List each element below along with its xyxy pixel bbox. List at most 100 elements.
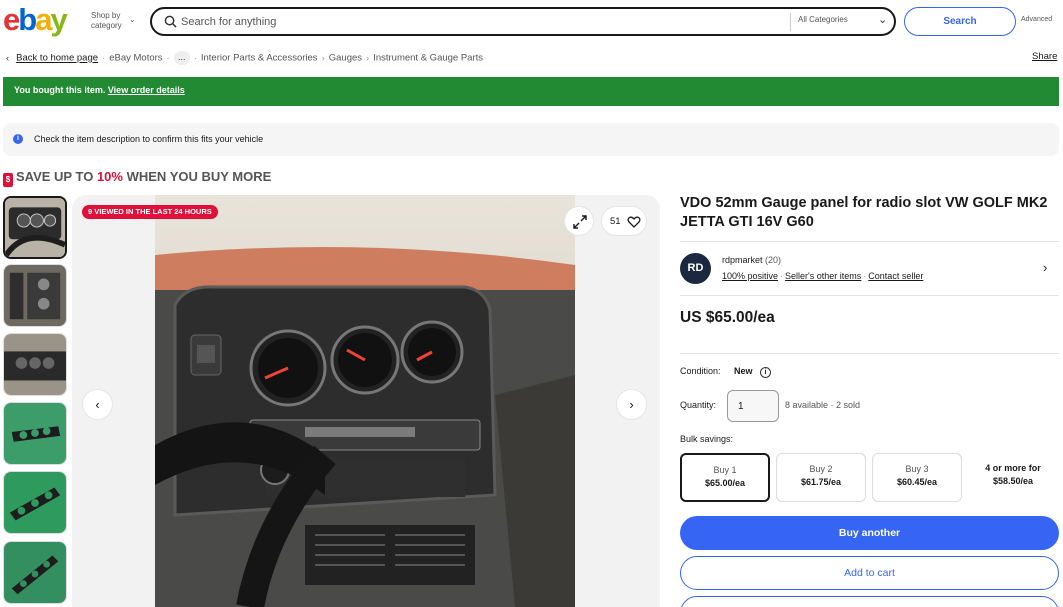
thumbnail-image bbox=[4, 265, 66, 326]
divider bbox=[790, 13, 791, 31]
condition-value: New bbox=[734, 366, 753, 376]
thumbnail-image bbox=[5, 198, 65, 257]
breadcrumb: ‹ Back to home page · eBay Motors ·... · Inter… bbox=[6, 51, 483, 65]
seller-name: rdpmarket (20) bbox=[722, 255, 781, 265]
bulk-option-buy-2[interactable]: Buy 2 $61.75/ea bbox=[776, 453, 866, 502]
previous-image-button[interactable]: ‹ bbox=[82, 389, 113, 420]
search-button[interactable]: Search bbox=[904, 7, 1016, 36]
breadcrumb-item-gauges[interactable]: Gauges bbox=[329, 53, 362, 64]
buy-another-button[interactable]: Buy another bbox=[680, 516, 1059, 550]
volume-discount-banner: $ SAVE UP TO 10% WHEN YOU BUY MORE bbox=[3, 169, 271, 187]
bulk-qty: 4 or more for bbox=[985, 463, 1041, 473]
thumbnail-5[interactable] bbox=[3, 471, 67, 534]
thumbnail-3[interactable] bbox=[3, 333, 67, 396]
search-bar: All Categories ⌄ bbox=[150, 7, 896, 36]
thumbnail-image bbox=[4, 334, 66, 395]
chevron-right-icon: › bbox=[629, 397, 634, 412]
bulk-savings-label: Bulk savings: bbox=[680, 434, 734, 444]
separator: · bbox=[102, 52, 106, 64]
save-suffix: WHEN YOU BUY MORE bbox=[126, 169, 272, 184]
availability-text: 8 available · 2 sold bbox=[785, 400, 861, 410]
item-price: US $65.00/ea bbox=[680, 309, 775, 326]
quantity-label: Quantity: bbox=[680, 400, 717, 410]
watchlist-button[interactable] bbox=[680, 596, 1059, 607]
thumbnail-4[interactable] bbox=[3, 402, 67, 465]
category-select[interactable]: All Categories bbox=[798, 15, 848, 24]
breadcrumb-item-ebay-motors[interactable]: eBay Motors bbox=[109, 53, 162, 64]
thumbnail-1[interactable] bbox=[3, 196, 67, 259]
chevron-left-icon: ‹ bbox=[6, 52, 10, 64]
heart-icon bbox=[627, 216, 641, 228]
site-header: ebay Shop by category ⌄ All Categories ⌄… bbox=[0, 0, 1063, 44]
next-image-button[interactable]: › bbox=[616, 389, 647, 420]
product-photo bbox=[155, 195, 575, 607]
chevron-left-icon: ‹ bbox=[95, 397, 100, 412]
seller-username[interactable]: rdpmarket bbox=[722, 255, 763, 265]
seller-avatar[interactable]: RD bbox=[680, 253, 711, 284]
fitment-notice: i Check the item description to confirm … bbox=[3, 123, 1059, 156]
info-icon: i bbox=[13, 134, 23, 144]
search-input[interactable] bbox=[181, 13, 781, 31]
save-percent: 10% bbox=[96, 169, 123, 184]
thumbnail-image bbox=[4, 472, 66, 533]
expand-button[interactable] bbox=[564, 206, 594, 236]
expand-icon bbox=[573, 215, 587, 229]
advanced-search-link[interactable]: Advanced bbox=[1021, 16, 1052, 23]
bought-text: You bought this item. bbox=[14, 85, 106, 95]
main-image-viewer[interactable]: 9 VIEWED IN THE LAST 24 HOURS 51 ‹ › bbox=[72, 195, 660, 607]
separator: › bbox=[321, 52, 325, 64]
seller-links: 100% positive · Seller's other items · Conta… bbox=[722, 271, 923, 281]
bulk-price: $58.50/ea bbox=[992, 476, 1034, 486]
logo-letter: e bbox=[3, 2, 20, 37]
bulk-option-4-or-more[interactable]: 4 or more for $58.50/ea bbox=[968, 453, 1058, 502]
shop-by-label: category bbox=[91, 21, 122, 30]
thumbnail-image bbox=[4, 542, 66, 603]
bulk-option-buy-3[interactable]: Buy 3 $60.45/ea bbox=[872, 453, 962, 502]
condition-label: Condition: bbox=[680, 366, 721, 376]
chevron-right-icon[interactable]: › bbox=[1043, 260, 1047, 275]
breadcrumb-more-button[interactable]: ... bbox=[173, 51, 190, 65]
separator: · bbox=[863, 271, 867, 281]
add-to-cart-button[interactable]: Add to cart bbox=[680, 556, 1059, 590]
shop-by-category-button[interactable]: Shop by category ⌄ bbox=[91, 11, 136, 31]
bulk-price: $61.75/ea bbox=[800, 477, 842, 487]
chevron-down-icon: ⌄ bbox=[129, 15, 136, 24]
thumbnail-6[interactable] bbox=[3, 541, 67, 604]
bulk-qty: Buy 2 bbox=[809, 464, 833, 474]
logo-letter: y bbox=[50, 2, 67, 37]
seller-other-items-link[interactable]: Seller's other items bbox=[785, 271, 861, 281]
breadcrumb-item-instrument-gauge-parts[interactable]: Instrument & Gauge Parts bbox=[373, 53, 483, 64]
purchase-banner: You bought this item. View order details bbox=[3, 77, 1059, 106]
view-order-link[interactable]: View order details bbox=[108, 85, 185, 95]
contact-seller-link[interactable]: Contact seller bbox=[868, 271, 923, 281]
bulk-qty: Buy 3 bbox=[905, 464, 929, 474]
separator: · bbox=[166, 52, 170, 64]
chevron-down-icon: ⌄ bbox=[878, 14, 888, 26]
positive-feedback-link[interactable]: 100% positive bbox=[722, 271, 778, 281]
back-to-home-link[interactable]: Back to home page bbox=[16, 53, 98, 64]
ebay-logo[interactable]: ebay bbox=[3, 2, 68, 38]
listing-title: VDO 52mm Gauge panel for radio slot VW G… bbox=[680, 195, 1048, 230]
separator: · bbox=[780, 271, 784, 281]
thumbnail-image bbox=[4, 403, 66, 464]
bulk-price: $60.45/ea bbox=[896, 477, 938, 487]
share-link[interactable]: Share bbox=[1032, 51, 1057, 62]
save-prefix: SAVE UP TO bbox=[16, 169, 94, 184]
logo-letter: b bbox=[18, 2, 37, 37]
divider bbox=[680, 353, 1059, 354]
watch-count: 51 bbox=[610, 216, 621, 227]
quantity-input[interactable] bbox=[727, 390, 779, 422]
separator: › bbox=[366, 52, 370, 64]
logo-letter: a bbox=[35, 2, 52, 37]
bulk-price: $65.00/ea bbox=[704, 478, 746, 488]
seller-card: RD rdpmarket (20) 100% positive · Seller's… bbox=[680, 241, 1059, 296]
seller-feedback-score: (20) bbox=[765, 255, 782, 265]
thumbnail-2[interactable] bbox=[3, 264, 67, 327]
watch-button[interactable]: 51 bbox=[601, 206, 647, 236]
viewed-badge: 9 VIEWED IN THE LAST 24 HOURS bbox=[82, 205, 218, 219]
shop-by-label: Shop by bbox=[91, 11, 121, 20]
bulk-option-buy-1[interactable]: Buy 1 $65.00/ea bbox=[680, 453, 770, 502]
fitment-text: Check the item description to confirm th… bbox=[34, 134, 264, 144]
breadcrumb-item-interior-parts[interactable]: Interior Parts & Accessories bbox=[201, 53, 318, 64]
info-icon[interactable]: i bbox=[760, 367, 771, 378]
